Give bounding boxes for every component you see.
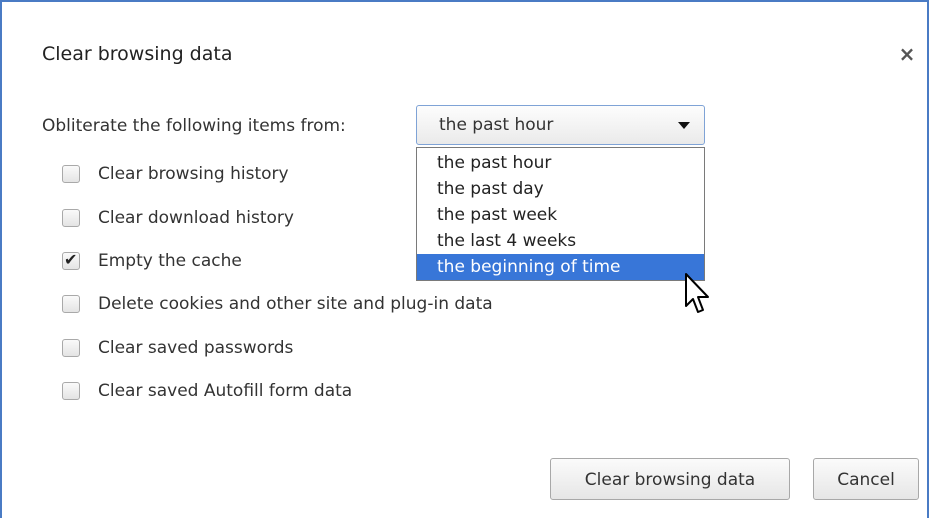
dropdown-option-past-week[interactable]: the past week bbox=[417, 202, 704, 228]
clear-browsing-data-button[interactable]: Clear browsing data bbox=[550, 458, 790, 500]
checkbox-row-cookies[interactable]: Delete cookies and other site and plug-i… bbox=[62, 291, 493, 317]
clear-browsing-data-dialog: Clear browsing data × Obliterate the fol… bbox=[0, 0, 929, 518]
checkbox-label: Delete cookies and other site and plug-i… bbox=[98, 294, 493, 314]
checkbox-label: Clear saved passwords bbox=[98, 338, 294, 358]
dropdown-option-past-hour[interactable]: the past hour bbox=[417, 150, 704, 176]
dropdown-option-beginning-of-time[interactable]: the beginning of time bbox=[417, 254, 704, 280]
checkbox-empty-cache[interactable]: ✔ bbox=[62, 250, 80, 270]
time-period-label: Obliterate the following items from: bbox=[42, 116, 346, 136]
checkbox-autofill[interactable] bbox=[62, 382, 80, 400]
dialog-title: Clear browsing data bbox=[42, 43, 233, 65]
checkbox-row-download-history[interactable]: Clear download history bbox=[62, 205, 294, 231]
checkbox-label: Empty the cache bbox=[98, 251, 242, 271]
checkbox-row-passwords[interactable]: Clear saved passwords bbox=[62, 335, 293, 361]
checkbox-row-empty-cache[interactable]: ✔ Empty the cache bbox=[62, 248, 242, 274]
checkbox-browsing-history[interactable] bbox=[62, 165, 80, 183]
time-period-select[interactable]: the past hour bbox=[416, 105, 705, 145]
dropdown-option-past-day[interactable]: the past day bbox=[417, 176, 704, 202]
chevron-down-icon bbox=[678, 122, 690, 129]
checkbox-cookies[interactable] bbox=[62, 295, 80, 313]
time-period-selected-value: the past hour bbox=[439, 115, 554, 135]
checkmark-icon: ✔ bbox=[64, 250, 78, 269]
checkbox-label: Clear download history bbox=[98, 208, 294, 228]
time-period-dropdown-list: the past hour the past day the past week… bbox=[416, 147, 705, 281]
cancel-button[interactable]: Cancel bbox=[813, 458, 919, 500]
checkbox-row-autofill[interactable]: Clear saved Autofill form data bbox=[62, 378, 352, 404]
close-icon[interactable]: × bbox=[895, 42, 919, 66]
checkbox-label: Clear browsing history bbox=[98, 164, 289, 184]
dropdown-option-last-4-weeks[interactable]: the last 4 weeks bbox=[417, 228, 704, 254]
mouse-pointer-icon bbox=[685, 273, 709, 313]
checkbox-passwords[interactable] bbox=[62, 339, 80, 357]
checkbox-label: Clear saved Autofill form data bbox=[98, 381, 353, 401]
checkbox-download-history[interactable] bbox=[62, 209, 80, 227]
checkbox-row-browsing-history[interactable]: Clear browsing history bbox=[62, 161, 289, 187]
